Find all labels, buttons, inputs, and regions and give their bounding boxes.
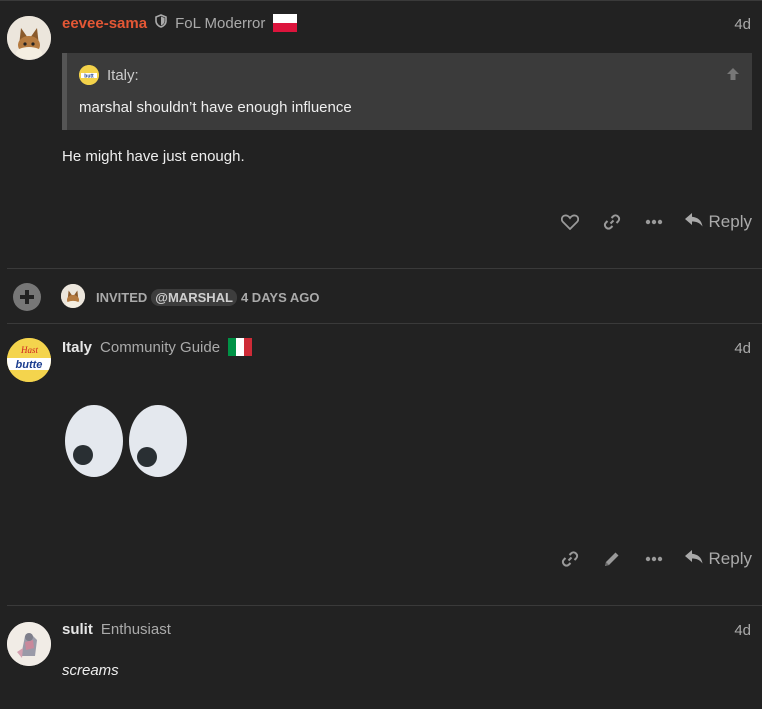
- reply-icon: [684, 212, 703, 232]
- quote-author: Italy:: [107, 66, 139, 84]
- post-divider: [7, 268, 762, 269]
- reply-icon: [684, 549, 703, 569]
- post-sulit: sulit Enthusiast 4d screams: [0, 606, 762, 709]
- post-date[interactable]: 4d: [734, 340, 751, 357]
- reply-button[interactable]: Reply: [675, 549, 752, 569]
- user-title: Community Guide: [100, 338, 221, 356]
- post-actions: Reply: [549, 541, 752, 577]
- ellipsis-icon[interactable]: [633, 204, 675, 240]
- eye-left: [65, 405, 123, 477]
- post-body: He might have just enough.: [62, 148, 245, 165]
- reply-label: Reply: [708, 212, 752, 231]
- italy-flag: [228, 338, 253, 356]
- pencil-icon[interactable]: [591, 541, 633, 577]
- post-meta: sulit Enthusiast: [62, 619, 171, 639]
- quote-block: butt Italy: marshal shouldn’t have enoug…: [62, 53, 752, 130]
- small-action-prefix: INVITED: [96, 290, 148, 305]
- avatar[interactable]: butte Hast: [7, 338, 51, 382]
- svg-text:butte: butte: [16, 359, 43, 371]
- eyes-emoji: [62, 405, 190, 480]
- small-action-invited: INVITED @MARSHAL 4 DAYS AGO: [0, 278, 762, 314]
- post-actions: Reply: [549, 204, 752, 240]
- post-body: screams: [62, 662, 119, 679]
- post-italy: butte Hast Italy Community Guide 4d Repl…: [0, 324, 762, 604]
- username-link[interactable]: Italy: [62, 339, 92, 356]
- svg-text:butt: butt: [84, 73, 94, 79]
- post-date[interactable]: 4d: [734, 16, 751, 33]
- post-meta: eevee-sama FoL Moderror: [62, 13, 298, 33]
- svg-text:Hast: Hast: [20, 345, 39, 355]
- mention-link[interactable]: @MARSHAL: [151, 289, 237, 306]
- arrow-up-icon[interactable]: [726, 67, 740, 85]
- quote-avatar: butt: [79, 65, 99, 85]
- ellipsis-icon[interactable]: [633, 541, 675, 577]
- heart-icon[interactable]: [549, 204, 591, 240]
- post-meta: Italy Community Guide: [62, 337, 253, 357]
- quote-header[interactable]: butt Italy:: [79, 65, 139, 85]
- avatar[interactable]: [7, 622, 51, 666]
- link-icon[interactable]: [591, 204, 633, 240]
- username-link[interactable]: eevee-sama: [62, 15, 147, 32]
- eye-right: [129, 405, 187, 477]
- reply-label: Reply: [708, 549, 752, 568]
- user-title: FoL Moderror: [175, 14, 266, 32]
- link-icon[interactable]: [549, 541, 591, 577]
- post-eevee-sama: eevee-sama FoL Moderror 4d butt Italy: m…: [0, 0, 762, 268]
- avatar[interactable]: [7, 16, 51, 60]
- username-link[interactable]: sulit: [62, 621, 93, 638]
- user-title: Enthusiast: [100, 620, 171, 638]
- avatar[interactable]: [61, 284, 85, 308]
- poland-flag: [273, 14, 298, 32]
- small-action-time[interactable]: 4 DAYS AGO: [241, 290, 320, 305]
- plus-icon: [13, 283, 41, 311]
- post-date[interactable]: 4d: [734, 622, 751, 639]
- small-action-text: INVITED @MARSHAL 4 DAYS AGO: [96, 289, 319, 306]
- shield-icon: [155, 14, 167, 32]
- reply-button[interactable]: Reply: [675, 212, 752, 232]
- quote-text: marshal shouldn’t have enough influence: [79, 99, 352, 116]
